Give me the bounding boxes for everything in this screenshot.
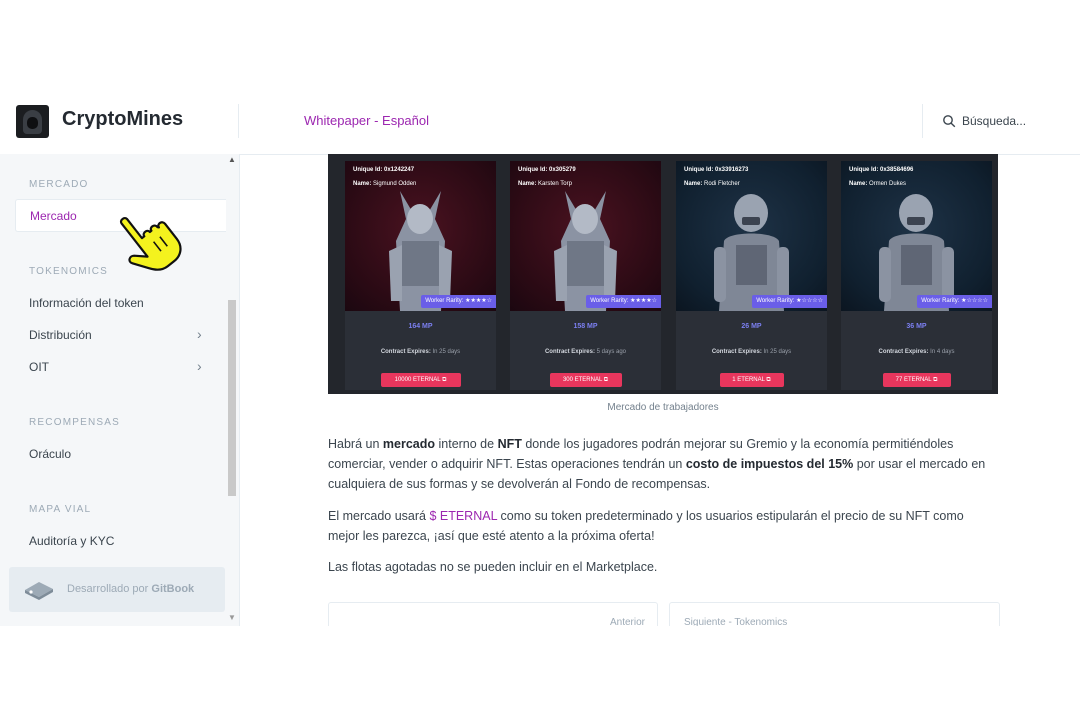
viewport-bottom [0, 626, 1080, 720]
section-title-mapa-vial: MAPA VIAL [29, 504, 92, 515]
eternal-token-link[interactable]: $ ETERNAL [429, 509, 497, 523]
sidebar-item-label: Mercado [30, 209, 77, 223]
worker-name: Name: Sigmund Odden [353, 181, 417, 187]
chevron-right-icon[interactable]: › [197, 326, 202, 342]
worker-name: Name: Karsten Torp [518, 181, 572, 187]
section-title-recompensas: RECOMPENSAS [29, 417, 120, 428]
worker-card[interactable]: Unique Id: 0x305279 Name: Karsten Torp Wor… [510, 161, 661, 390]
sidebar-item-distribucion[interactable]: Distribución [29, 328, 92, 342]
worker-name: Name: Ormen Dukes [849, 181, 907, 187]
sidebar-scrollbar[interactable] [228, 300, 236, 496]
worker-id: Unique Id: 0x38584696 [849, 167, 914, 173]
search-divider [922, 104, 923, 138]
gitbook-brand: GitBook [151, 583, 195, 595]
gitbook-icon [25, 582, 53, 600]
worker-mp: 36 MP [906, 323, 927, 330]
worker-rarity-badge: Worker Rarity: ★★★★☆ [421, 295, 496, 308]
buy-price-button[interactable]: 10000 ETERNAL ⧉ [380, 373, 461, 387]
worker-rarity-badge: Worker Rarity: ★☆☆☆☆ [917, 295, 992, 308]
marketplace-figure-image: Unique Id: 0x1242247 Name: Sigmund Odden W… [328, 154, 998, 394]
worker-name: Name: Rodi Fletcher [684, 181, 740, 187]
worker-mp: 26 MP [741, 323, 762, 330]
cryptomines-logo[interactable] [16, 105, 49, 138]
powered-by-gitbook-link[interactable]: Desarrollado por GitBook [9, 567, 225, 612]
worker-id: Unique Id: 0x1242247 [353, 167, 415, 173]
chevron-right-icon[interactable]: › [197, 358, 202, 374]
worker-card[interactable]: Unique Id: 0x33916273 Name: Rodi Fletcher… [676, 161, 827, 390]
brand-title[interactable]: CryptoMines [62, 108, 183, 131]
sidebar-item-auditoria-kyc[interactable]: Auditoría y KYC [29, 534, 114, 548]
header-divider [238, 104, 239, 138]
contract-expires: Contract Expires: In 25 days [380, 349, 461, 355]
worker-id: Unique Id: 0x33916273 [684, 167, 749, 173]
gitbook-footer-prefix: Desarrollado por [67, 583, 149, 595]
buy-price-button[interactable]: 300 ETERNAL ⧉ [549, 373, 622, 387]
worker-mp: 164 MP [408, 323, 433, 330]
top-header: CryptoMines Whitepaper - Español Búsqued… [0, 88, 1080, 155]
search-input[interactable]: Búsqueda... [962, 114, 1026, 128]
worker-rarity-badge: Worker Rarity: ★☆☆☆☆ [752, 295, 827, 308]
buy-price-button[interactable]: 77 ETERNAL ⧉ [882, 373, 951, 387]
hand-pointer-cursor-icon [119, 217, 182, 271]
gitbook-footer-text: Desarrollado por GitBook [67, 583, 194, 595]
scroll-up-arrow-icon[interactable]: ▲ [228, 155, 236, 164]
worker-mp: 158 MP [573, 323, 598, 330]
paragraph-3: Las flotas agotadas no se pueden incluir… [328, 560, 658, 574]
contract-expires: Contract Expires: In 25 days [711, 349, 792, 355]
figure-caption: Mercado de trabajadores [607, 402, 719, 413]
space-title-link[interactable]: Whitepaper - Español [304, 113, 429, 128]
sidebar-item-informacion-del-token[interactable]: Información del token [29, 296, 144, 310]
paragraph-2: El mercado usará $ ETERNAL como su token… [328, 509, 964, 543]
section-title-mercado: MERCADO [29, 179, 89, 190]
sidebar-item-oraculo[interactable]: Oráculo [29, 447, 71, 461]
contract-expires: Contract Expires: 5 days ago [544, 349, 627, 355]
scroll-down-arrow-icon[interactable]: ▼ [228, 613, 236, 622]
contract-expires: Contract Expires: In 4 days [878, 349, 955, 355]
buy-price-button[interactable]: 1 ETERNAL ⧉ [719, 373, 784, 387]
worker-rarity-badge: Worker Rarity: ★★★★☆ [586, 295, 661, 308]
worker-card[interactable]: Unique Id: 0x38584696 Name: Ormen Dukes Wo… [841, 161, 992, 390]
search-icon[interactable] [942, 114, 956, 128]
paragraph-1: Habrá un mercado interno de NFT donde lo… [328, 437, 986, 491]
sidebar-item-oit[interactable]: OIT [29, 360, 49, 374]
section-title-tokenomics: TOKENOMICS [29, 266, 109, 277]
worker-card[interactable]: Unique Id: 0x1242247 Name: Sigmund Odden W… [345, 161, 496, 390]
worker-id: Unique Id: 0x305279 [518, 167, 576, 173]
